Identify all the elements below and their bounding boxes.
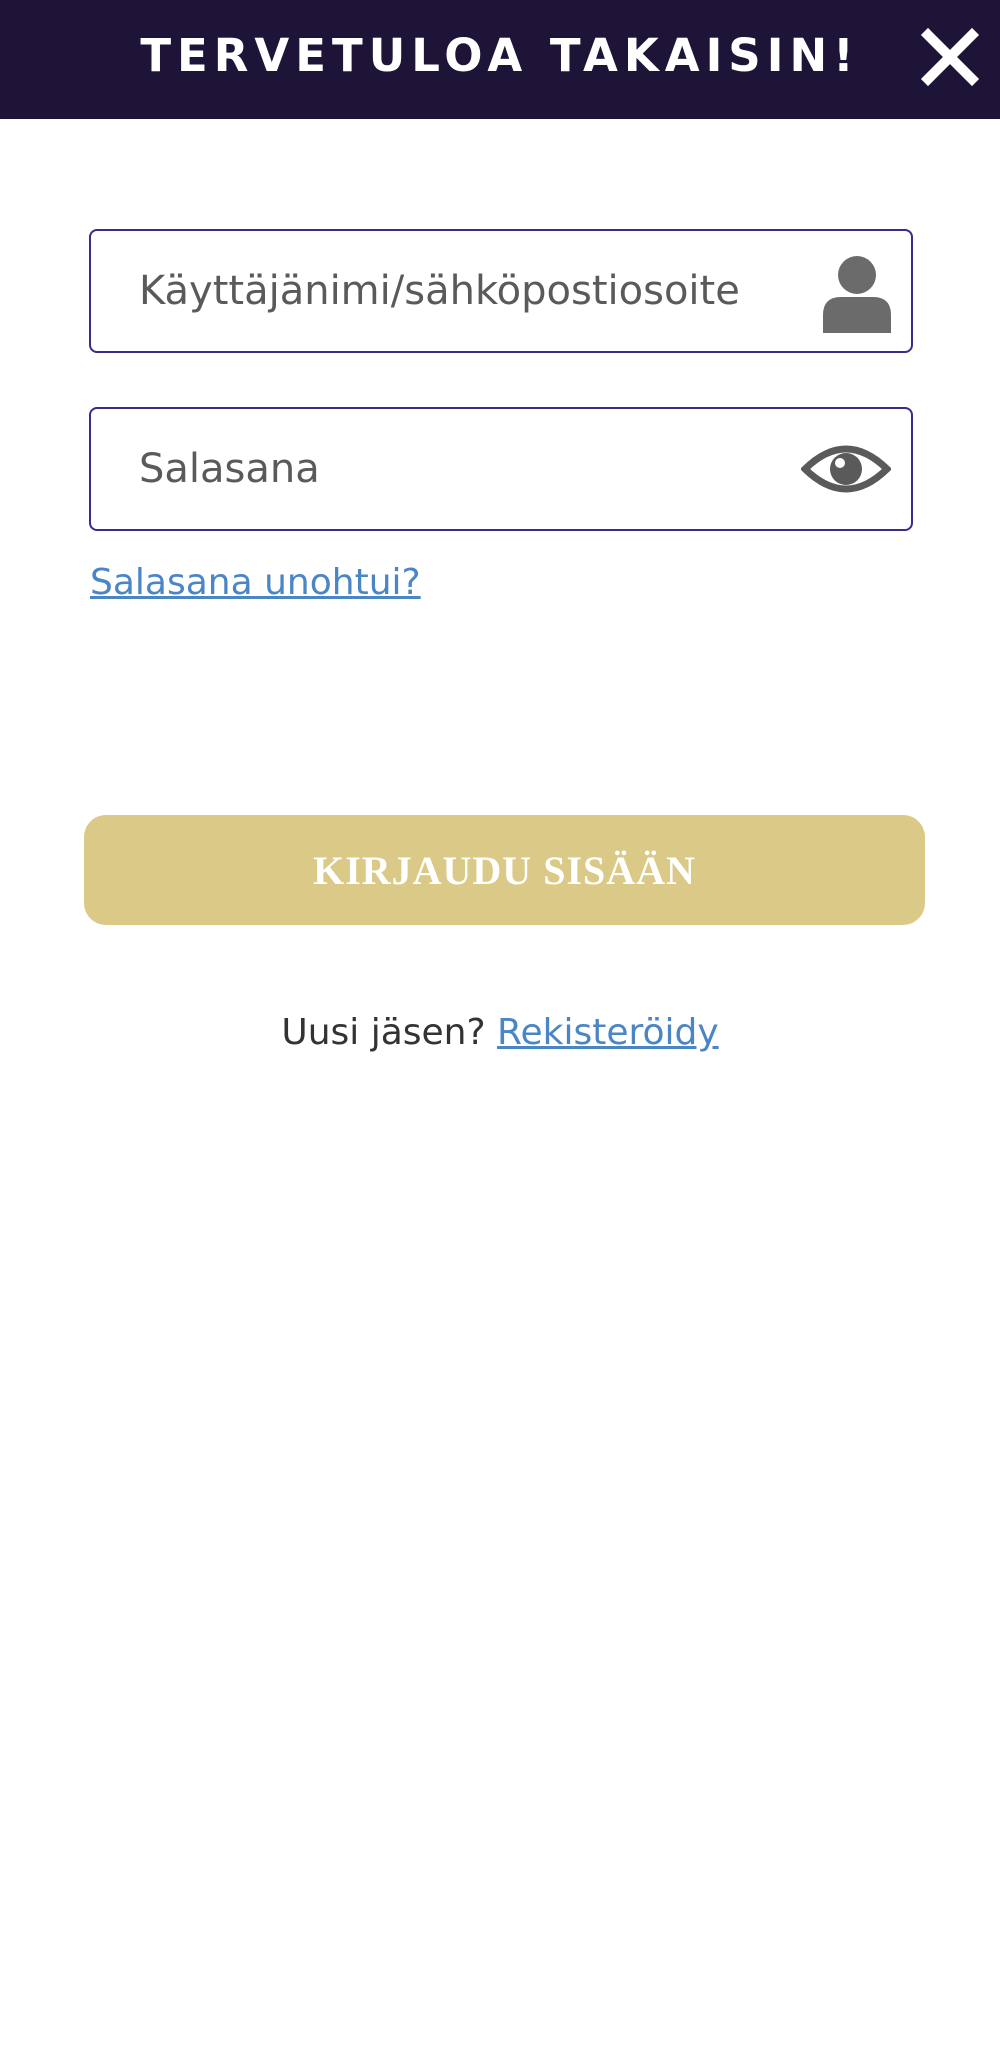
password-field[interactable] xyxy=(89,407,913,531)
register-link[interactable]: Rekisteröidy xyxy=(497,1012,719,1053)
login-button[interactable]: KIRJAUDU SISÄÄN xyxy=(84,815,925,925)
header-bar: TERVETULOA TAKAISIN! xyxy=(0,0,1000,119)
password-input[interactable] xyxy=(139,409,819,529)
register-prompt: Uusi jäsen? xyxy=(281,1012,498,1053)
user-icon xyxy=(823,256,891,333)
close-icon xyxy=(920,27,980,87)
page-title: TERVETULOA TAKAISIN! xyxy=(140,29,860,82)
username-input[interactable] xyxy=(139,231,819,351)
forgot-password-link[interactable]: Salasana unohtui? xyxy=(90,562,421,603)
register-row: Uusi jäsen? Rekisteröidy xyxy=(0,1012,1000,1053)
close-button[interactable] xyxy=(918,25,982,89)
eye-icon[interactable] xyxy=(801,437,891,501)
username-field[interactable] xyxy=(89,229,913,353)
